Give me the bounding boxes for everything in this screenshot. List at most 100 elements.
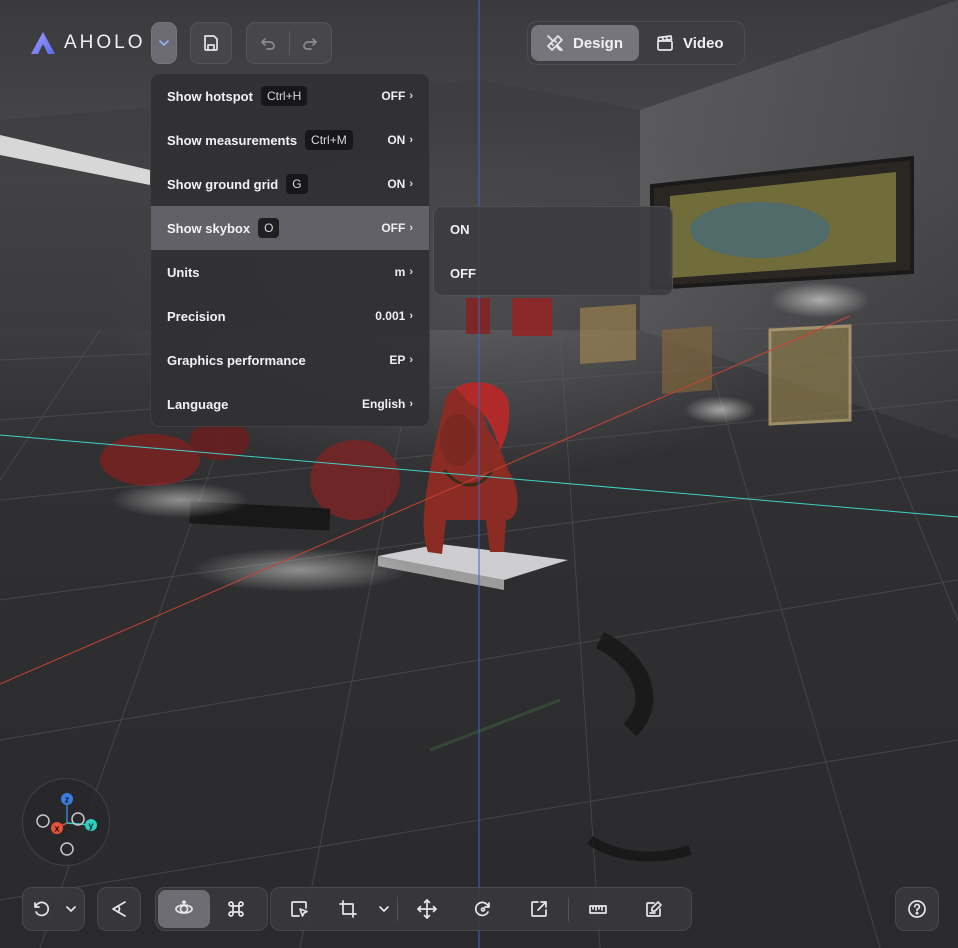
shortcut-badge: Ctrl+M	[305, 130, 353, 150]
chevron-down-icon	[379, 906, 389, 912]
scale-icon	[531, 901, 547, 917]
undo-icon	[260, 38, 275, 50]
mode-video-label: Video	[683, 34, 724, 52]
rotate-ccw-icon	[34, 901, 50, 917]
camera-view-button[interactable]	[98, 890, 140, 928]
axis-gizmo[interactable]: z x y	[22, 778, 110, 866]
menu-item-label: Precision	[167, 308, 226, 324]
menu-item-show-skybox[interactable]: Show skybox O OFF ›	[151, 206, 429, 250]
menu-item-value: m ›	[395, 265, 413, 279]
logo-icon	[31, 32, 55, 54]
redo-icon	[303, 38, 318, 50]
ruler-icon	[589, 905, 607, 914]
scale-tool-button[interactable]	[510, 890, 568, 928]
value-text: OFF	[381, 221, 406, 235]
note-edit-icon	[646, 901, 662, 917]
value-text: EP	[389, 353, 406, 367]
menu-item-value: English ›	[362, 397, 413, 411]
mode-design-label: Design	[573, 34, 624, 52]
menu-item-label: Units	[167, 264, 200, 280]
chevron-right-icon: ›	[409, 354, 413, 366]
camera-group	[97, 887, 141, 931]
mode-switch: Design Video	[527, 21, 745, 65]
menu-item-value: ON ›	[387, 133, 413, 147]
value-text: OFF	[381, 89, 406, 103]
z-axis-label: z	[65, 795, 70, 805]
move-icon	[417, 899, 437, 919]
redo-button[interactable]	[289, 23, 331, 63]
chevron-right-icon: ›	[409, 266, 413, 278]
help-button[interactable]	[896, 890, 938, 928]
chevron-right-icon: ›	[409, 398, 413, 410]
value-text: ON	[387, 133, 406, 147]
menu-dropdown-button[interactable]	[151, 22, 177, 64]
chevron-right-icon: ›	[409, 310, 413, 322]
reset-view-button[interactable]	[23, 890, 59, 928]
chevron-right-icon: ›	[409, 134, 413, 146]
chevron-down-icon	[66, 906, 76, 912]
scene-render	[0, 0, 958, 948]
command-button[interactable]	[210, 890, 262, 928]
rotate-tool-button[interactable]	[456, 890, 510, 928]
mode-design-button[interactable]: Design	[531, 25, 639, 61]
crop-dropdown[interactable]	[371, 890, 397, 928]
settings-menu: Show hotspot Ctrl+H OFF › Show measureme…	[150, 73, 430, 427]
help-icon	[908, 900, 926, 918]
menu-item-label: Show hotspot	[167, 88, 253, 104]
value-text: m	[394, 265, 406, 279]
menu-item-units[interactable]: Units m ›	[151, 250, 429, 294]
orbit-button[interactable]	[158, 890, 210, 928]
crop-tool-button[interactable]	[325, 890, 371, 928]
move-tool-button[interactable]	[398, 890, 456, 928]
menu-item-graphics-performance[interactable]: Graphics performance EP ›	[151, 338, 429, 382]
crop-icon	[339, 900, 357, 918]
x-axis-label: x	[54, 824, 59, 834]
menu-item-show-measurements[interactable]: Show measurements Ctrl+M ON ›	[151, 118, 429, 162]
chevron-down-icon	[159, 40, 169, 46]
select-tool-button[interactable]	[273, 890, 325, 928]
shortcut-badge: G	[286, 174, 308, 194]
shortcut-badge: O	[258, 218, 280, 238]
command-icon	[228, 901, 244, 917]
rotate-mode-group	[22, 887, 85, 931]
menu-item-label: Show skybox	[167, 220, 251, 236]
skybox-submenu: ON OFF	[433, 206, 673, 296]
menu-item-value: OFF ›	[381, 221, 413, 235]
menu-item-show-ground-grid[interactable]: Show ground grid G ON ›	[151, 162, 429, 206]
menu-item-value: 0.001 ›	[375, 309, 413, 323]
chevron-right-icon: ›	[409, 178, 413, 190]
horse-model	[423, 382, 518, 554]
reset-view-dropdown[interactable]	[59, 890, 83, 928]
menu-item-value: ON ›	[387, 177, 413, 191]
undo-button[interactable]	[247, 23, 289, 63]
axis-gizmo-graphic: z x y	[36, 793, 97, 856]
annotate-tool-button[interactable]	[627, 890, 681, 928]
menu-item-value: OFF ›	[381, 89, 413, 103]
y-axis-label: y	[88, 821, 93, 831]
save-icon	[204, 35, 218, 51]
logo-text: AHOLO	[64, 32, 146, 53]
mode-video-button[interactable]: Video	[641, 25, 738, 61]
menu-item-precision[interactable]: Precision 0.001 ›	[151, 294, 429, 338]
value-text: ON	[387, 177, 406, 191]
clapperboard-icon	[657, 35, 673, 51]
orbit-icon	[175, 900, 193, 914]
menu-item-show-hotspot[interactable]: Show hotspot Ctrl+H OFF ›	[151, 74, 429, 118]
save-button[interactable]	[190, 22, 232, 64]
menu-item-label: Graphics performance	[167, 352, 306, 368]
pencil-ruler-icon	[547, 35, 563, 51]
value-text: 0.001	[375, 309, 406, 323]
3d-viewport[interactable]	[0, 0, 958, 948]
measure-tool-button[interactable]	[569, 890, 627, 928]
skybox-option-off[interactable]: OFF	[434, 251, 672, 295]
view-angle-icon	[112, 901, 126, 917]
shortcut-badge: Ctrl+H	[260, 86, 308, 106]
menu-item-value: EP ›	[389, 353, 413, 367]
help-group	[895, 887, 939, 931]
menu-item-language[interactable]: Language English ›	[151, 382, 429, 426]
menu-item-label: Language	[167, 396, 229, 412]
skybox-option-on[interactable]: ON	[434, 207, 672, 251]
menu-item-label: Show measurements	[167, 132, 298, 148]
select-pointer-icon	[291, 901, 308, 917]
menu-item-label: Show ground grid	[167, 176, 279, 192]
